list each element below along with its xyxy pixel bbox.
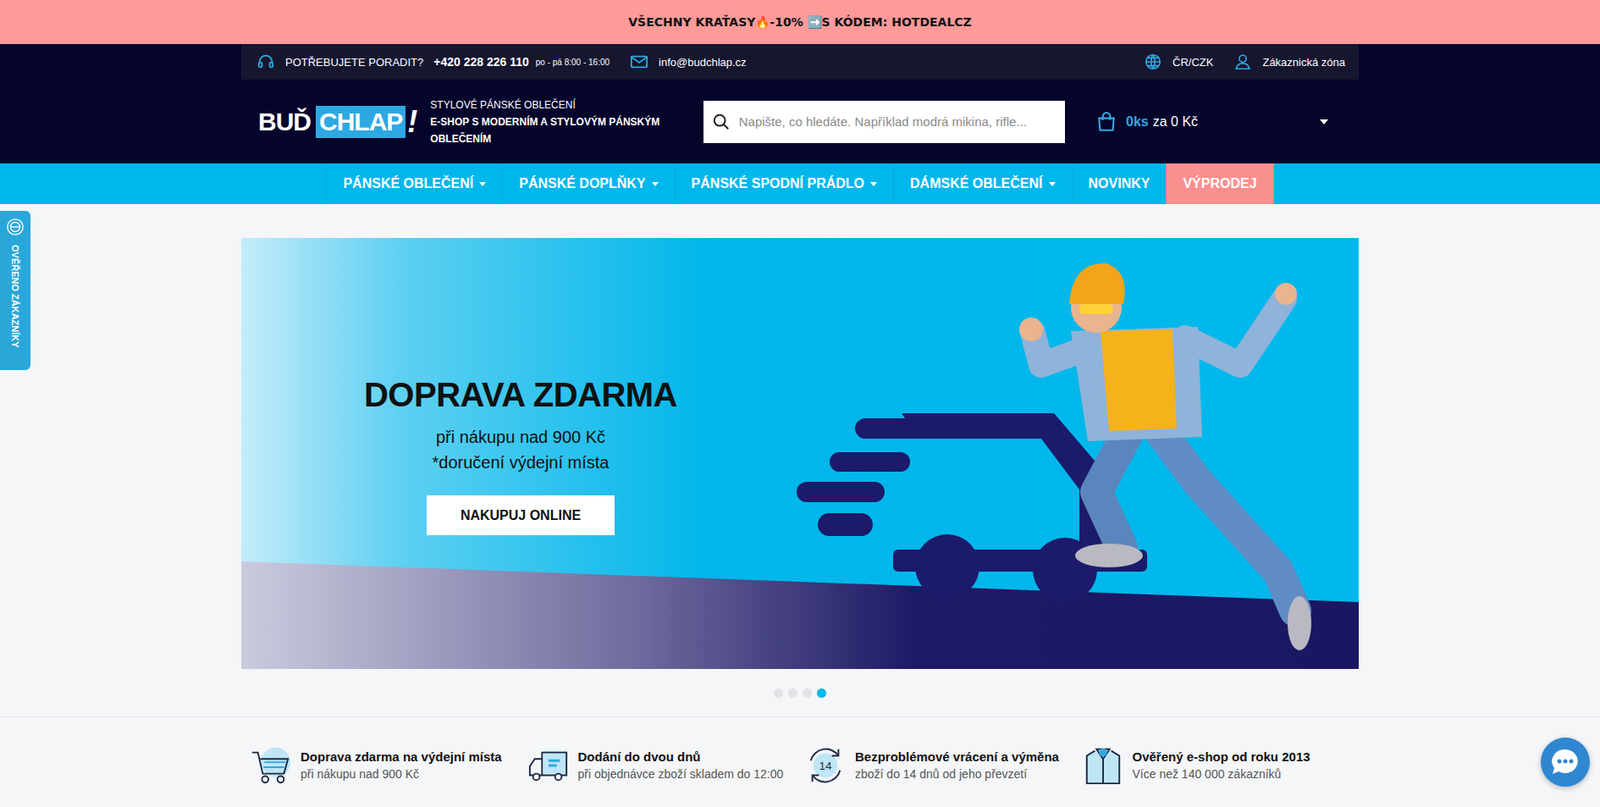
feature-item: 14 Bezproblémové vrácení a výměnazboží do… <box>804 744 1082 787</box>
badge-icon <box>5 217 25 237</box>
feature-subtitle: zboží do 14 dnů od jeho převzetí <box>855 765 1060 783</box>
nav-item[interactable]: PÁNSKÉ SPODNÍ PRÁDLO <box>674 163 894 205</box>
feature-item: Doprava zdarma na výdejní místapři nákup… <box>249 744 528 787</box>
globe-icon <box>1143 52 1163 72</box>
truck-icon <box>527 744 570 787</box>
chat-button[interactable] <box>1540 737 1590 787</box>
truck-icon <box>796 413 1148 602</box>
cart[interactable]: 0ksza 0 Kč <box>1095 110 1342 133</box>
verified-tab[interactable]: OVĚŘENO ZÁKAZNÍKY <box>0 210 31 370</box>
caret-icon[interactable] <box>1319 119 1329 125</box>
banner-line: *doručení výdejní místa <box>432 449 610 475</box>
nav-item[interactable]: VÝPRODEJ <box>1165 163 1274 205</box>
feature-title: Doprava zdarma na výdejní místa <box>300 748 503 766</box>
verified-shirt-icon <box>1081 744 1125 787</box>
hero-banner[interactable]: DOPRAVA ZDARMA při nákupu nad 900 Kč*doru… <box>241 237 1359 669</box>
logo[interactable]: BUĎCHLAP! <box>258 104 417 140</box>
region-switch[interactable]: ČR/CZK <box>1143 52 1214 72</box>
return-icon: 14 <box>804 744 847 787</box>
search-field[interactable] <box>703 100 1065 144</box>
return-days: 14 <box>819 759 833 773</box>
header: POTŘEBUJETE PORADIT? +420 228 226 110 po -… <box>0 44 1600 164</box>
promo-bar[interactable]: VŠECHNY KRAŤASY🔥-10% ➡️S KÓDEM: HOTDEALC… <box>0 0 1600 45</box>
carousel-dot[interactable] <box>773 688 784 698</box>
caret-icon <box>870 182 878 187</box>
caret-icon <box>1048 182 1056 187</box>
top-bar: POTŘEBUJETE PORADIT? +420 228 226 110 po -… <box>241 44 1359 80</box>
features: Doprava zdarma na výdejní místapři nákup… <box>0 716 1600 799</box>
caret-icon <box>651 182 659 187</box>
carousel-dot[interactable] <box>802 688 812 698</box>
account-link[interactable]: Zákaznická zóna <box>1233 52 1346 72</box>
search-icon <box>711 112 731 132</box>
nav-item[interactable]: PÁNSKÉ OBLEČENÍ <box>325 163 503 205</box>
feature-subtitle: při nákupu nad 900 Kč <box>300 765 503 783</box>
banner-art <box>241 237 1359 669</box>
banner-title: DOPRAVA ZDARMA <box>364 375 678 414</box>
tagline: STYLOVÉ PÁNSKÉ OBLEČENÍE-SHOP S MODERNÍM… <box>430 96 703 148</box>
promo-text[interactable]: VŠECHNY KRAŤASY🔥-10% ➡️S KÓDEM: HOTDEALC… <box>628 15 972 29</box>
banner-line: při nákupu nad 900 Kč <box>435 424 606 450</box>
user-icon <box>1233 52 1253 72</box>
help-label: POTŘEBUJETE PORADIT? <box>285 55 424 69</box>
feature-title: Ověřený e-shop od roku 2013 <box>1132 748 1311 766</box>
main-header: BUĎCHLAP! STYLOVÉ PÁNSKÉ OBLEČENÍE-SHOP S… <box>241 79 1359 164</box>
phone-link[interactable]: +420 228 226 110 <box>433 55 530 69</box>
feature-item: Dodání do dvou dnůpři objednávce zboží s… <box>527 744 806 787</box>
mail-icon <box>629 54 649 70</box>
shop-button[interactable]: NAKUPUJ ONLINE <box>426 495 615 536</box>
nav-item[interactable]: DÁMSKÉ OBLEČENÍ <box>893 163 1071 205</box>
model-photo <box>1019 263 1312 651</box>
search-input[interactable] <box>737 113 1059 130</box>
chat-icon <box>1548 744 1583 779</box>
main-nav: PÁNSKÉ OBLEČENÍPÁNSKÉ DOPLŇKYPÁNSKÉ SPOD… <box>0 163 1600 205</box>
page: VŠECHNY KRAŤASY🔥-10% ➡️S KÓDEM: HOTDEALC… <box>0 0 1600 807</box>
email-link[interactable]: info@budchlap.cz <box>658 55 747 69</box>
nav-item[interactable]: PÁNSKÉ DOPLŇKY <box>502 163 674 205</box>
feature-item: Ověřený e-shop od roku 2013Více než 140 … <box>1081 744 1360 787</box>
cart-count: 0ks <box>1125 114 1149 130</box>
carousel-dot[interactable] <box>788 688 798 698</box>
cart-icon <box>249 744 293 787</box>
cart-total: za 0 Kč <box>1153 114 1198 130</box>
feature-subtitle: při objednávce zboží skladem do 12:00 <box>578 765 784 783</box>
caret-icon <box>479 182 486 187</box>
carousel-dots <box>0 668 1600 717</box>
nav-item[interactable]: NOVINKY <box>1071 163 1167 205</box>
carousel-dot[interactable] <box>816 688 827 698</box>
opening-hours: po - pá 8:00 - 16:00 <box>535 57 610 67</box>
feature-subtitle: Více než 140 000 zákazníků <box>1132 765 1311 783</box>
headset-icon <box>256 52 276 72</box>
bag-icon <box>1095 110 1118 133</box>
feature-title: Dodání do dvou dnů <box>578 748 784 766</box>
feature-title: Bezproblémové vrácení a výměna <box>855 748 1060 766</box>
